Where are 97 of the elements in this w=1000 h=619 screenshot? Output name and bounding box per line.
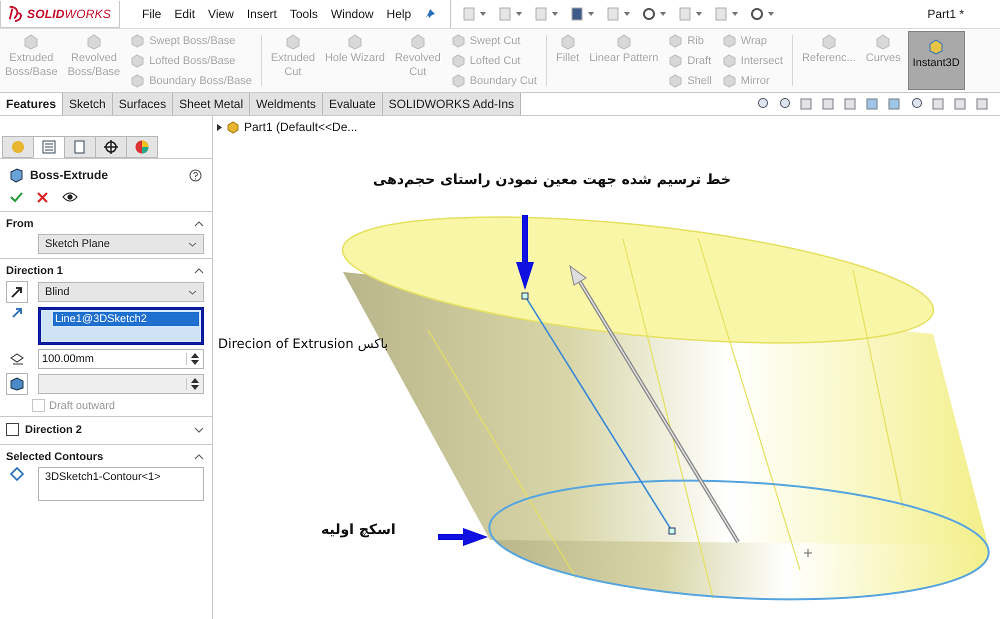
section-title[interactable]: Direction 2 [25, 424, 82, 436]
expand-arrow-icon[interactable] [217, 124, 222, 130]
tool-icon [558, 33, 577, 51]
command-tab[interactable]: Sheet Metal [173, 93, 250, 115]
menu-item[interactable]: File [142, 7, 162, 21]
chevron-icon[interactable] [194, 454, 204, 460]
panel-tab[interactable] [33, 136, 65, 158]
list-item[interactable]: 3DSketch1-Contour<1> [43, 470, 199, 484]
app-logo[interactable]: SOLIDWORKS [0, 0, 120, 28]
section-title[interactable]: From [6, 218, 34, 230]
checkbox[interactable] [6, 423, 19, 436]
ds-logo-icon [7, 4, 25, 22]
tool-icon [668, 33, 684, 48]
spin-down-icon[interactable] [191, 385, 199, 390]
dropdown-caret-icon[interactable] [696, 12, 702, 16]
section-title[interactable]: Selected Contours [6, 451, 104, 463]
spin-up-icon[interactable] [191, 353, 199, 358]
checkmark-icon[interactable] [10, 191, 23, 203]
chevron-icon[interactable] [194, 268, 204, 274]
direction-selection-list[interactable]: Line1@3DSketch2 [38, 307, 204, 345]
dropdown-caret-icon[interactable] [480, 12, 486, 16]
dropdown-caret-icon[interactable] [552, 12, 558, 16]
dropdown-caret-icon[interactable] [624, 12, 630, 16]
tool-icon [284, 33, 302, 51]
tool-icon [668, 53, 684, 68]
command-tab[interactable]: Evaluate [322, 93, 383, 115]
menu-item[interactable]: Tools [290, 7, 318, 21]
panel-tab[interactable] [64, 136, 96, 158]
draft-angle-field[interactable] [38, 374, 204, 394]
spin-down-icon[interactable] [191, 360, 199, 365]
dropdown-caret-icon[interactable] [660, 12, 666, 16]
reverse-direction-button[interactable] [6, 281, 28, 303]
tool-icon [668, 73, 684, 88]
menu-item[interactable]: View [208, 7, 234, 21]
dropdown-caret-icon[interactable] [732, 12, 738, 16]
part-icon [226, 120, 240, 134]
tool-icon [874, 33, 892, 51]
tool-icon [722, 73, 737, 88]
depth-field[interactable]: 100.00mm [38, 349, 204, 369]
tool-icon [84, 33, 103, 51]
tool-icon [346, 33, 364, 51]
section-title[interactable]: Direction 1 [6, 265, 63, 277]
command-tab[interactable]: Sketch [63, 93, 113, 115]
arrow-icon [10, 285, 24, 299]
tool-icon [820, 33, 838, 51]
start-condition-dropdown[interactable]: Sketch Plane [38, 234, 204, 254]
tool-icon [130, 33, 146, 48]
tool-icon [927, 38, 946, 56]
spin-up-icon[interactable] [191, 378, 199, 383]
tool-icon [722, 53, 737, 68]
crosshair-icon [103, 139, 119, 155]
command-tab[interactable]: Weldments [250, 93, 323, 115]
list-item[interactable]: Line1@3DSketch2 [53, 312, 199, 326]
draft-button[interactable] [6, 373, 28, 395]
dropdown-caret-icon[interactable] [516, 12, 522, 16]
dropdown-caret-icon[interactable] [768, 12, 774, 16]
chevron-icon[interactable] [194, 221, 204, 227]
ribbon-tool-button[interactable]: Instant3D [908, 31, 965, 90]
pointer-arrow [438, 528, 488, 546]
close-icon[interactable] [37, 192, 48, 202]
block-icon [9, 377, 25, 391]
dropdown-caret-icon[interactable] [588, 12, 594, 16]
checkbox-label: Draft outward [49, 400, 116, 412]
menu-item[interactable]: Edit [174, 7, 196, 21]
menu-item[interactable]: Insert [246, 7, 277, 21]
origin-icon [804, 548, 812, 558]
annotation-text: اسکچ اولیه [321, 522, 396, 538]
help-icon[interactable] [189, 168, 202, 182]
tool-icon [130, 73, 146, 88]
tool-icon [408, 33, 427, 51]
tool-icon [450, 53, 466, 68]
logo-text: SOLIDWORKS [27, 6, 112, 20]
contour-selection-list[interactable]: 3DSketch1-Contour<1> [38, 467, 204, 501]
annotation-text: خط ترسیم شده جهت معین نمودن راستای حجم‌دهی [373, 172, 731, 188]
panel-tab[interactable] [95, 136, 127, 158]
part-icon [10, 139, 26, 155]
annotation-text: Direcion of Extrusion باکس [218, 337, 388, 352]
chevron-down-icon [188, 290, 197, 294]
menu-item[interactable]: Window [330, 7, 374, 21]
command-tab[interactable]: Surfaces [112, 93, 174, 115]
feature-tree-item[interactable]: Part1 (Default<<De... [244, 120, 358, 134]
feature-title: Boss-Extrude [30, 168, 108, 182]
tool-icon [450, 73, 466, 88]
color-wheel-icon [134, 139, 150, 155]
tool-icon [722, 33, 737, 48]
chevron-down-icon [188, 242, 197, 246]
document-title: Part1 * [927, 7, 964, 21]
tool-icon [614, 33, 633, 51]
end-condition-dropdown[interactable]: Blind [38, 282, 204, 302]
extrude-icon [8, 167, 24, 183]
tool-icon [22, 33, 40, 51]
pin-icon[interactable] [424, 8, 436, 20]
chevron-icon[interactable] [194, 426, 204, 432]
command-tab[interactable]: SOLIDWORKS Add-Ins [382, 93, 522, 115]
tool-icon [130, 53, 146, 68]
tool-icon [450, 33, 466, 48]
menu-item[interactable]: Help [386, 7, 412, 21]
